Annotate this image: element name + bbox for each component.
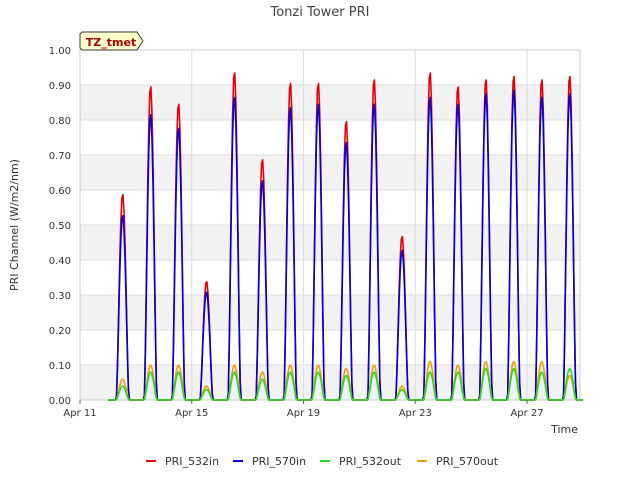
y-tick-label: 0.90 bbox=[49, 81, 71, 92]
y-tick-label: 1.00 bbox=[49, 46, 71, 57]
x-tick-label: Apr 27 bbox=[510, 408, 543, 419]
legend-item: PRI_570in bbox=[233, 455, 306, 468]
y-tick-label: 0.10 bbox=[49, 361, 71, 372]
y-tick-label: 0.40 bbox=[49, 256, 71, 267]
legend-label: PRI_570in bbox=[252, 455, 306, 468]
legend-item: PRI_532out bbox=[320, 455, 402, 468]
annotation-box: TZ_tmet bbox=[79, 31, 144, 51]
y-tick-label: 0.80 bbox=[49, 116, 71, 127]
y-tick-label: 0.50 bbox=[49, 221, 71, 232]
y-tick-label: 0.00 bbox=[49, 396, 71, 407]
legend-item: PRI_532in bbox=[146, 455, 219, 468]
legend-label: PRI_532in bbox=[165, 455, 219, 468]
plot-band bbox=[80, 120, 580, 155]
y-tick-label: 0.30 bbox=[49, 291, 71, 302]
x-axis-label: Time bbox=[550, 423, 578, 436]
y-tick-label: 0.20 bbox=[49, 326, 71, 337]
y-axis-label: PRI Channel (W/m2/nm) bbox=[8, 159, 21, 291]
legend: PRI_532in PRI_570in PRI_532out PRI_570out bbox=[146, 455, 499, 468]
y-tick-label: 0.60 bbox=[49, 186, 71, 197]
x-tick-label: Apr 15 bbox=[175, 408, 208, 419]
chart-root: Tonzi Tower PRI 0.00 0.10 0.20 0.30 0.40 0.50… bbox=[0, 0, 640, 480]
legend-label: PRI_532out bbox=[339, 455, 402, 468]
plot-band bbox=[80, 85, 580, 120]
x-tick-label: Apr 19 bbox=[287, 408, 320, 419]
plot-band bbox=[80, 155, 580, 190]
plot-band bbox=[80, 50, 580, 85]
pri-line-chart: Tonzi Tower PRI 0.00 0.10 0.20 0.30 0.40 0.50… bbox=[8, 5, 583, 468]
y-tick-label: 0.70 bbox=[49, 151, 71, 162]
x-axis-ticks: Apr 11 Apr 15 Apr 19 Apr 23 Apr 27 bbox=[63, 400, 544, 419]
x-tick-label: Apr 11 bbox=[63, 408, 96, 419]
y-axis-ticks: 0.00 0.10 0.20 0.30 0.40 0.50 0.60 0.70 0.80 0.90… bbox=[49, 46, 71, 407]
x-tick-label: Apr 23 bbox=[399, 408, 432, 419]
chart-title: Tonzi Tower PRI bbox=[270, 5, 370, 20]
plot-band bbox=[80, 190, 580, 225]
legend-item: PRI_570out bbox=[417, 455, 499, 468]
annotation-label: TZ_tmet bbox=[86, 36, 136, 49]
legend-label: PRI_570out bbox=[436, 455, 499, 468]
